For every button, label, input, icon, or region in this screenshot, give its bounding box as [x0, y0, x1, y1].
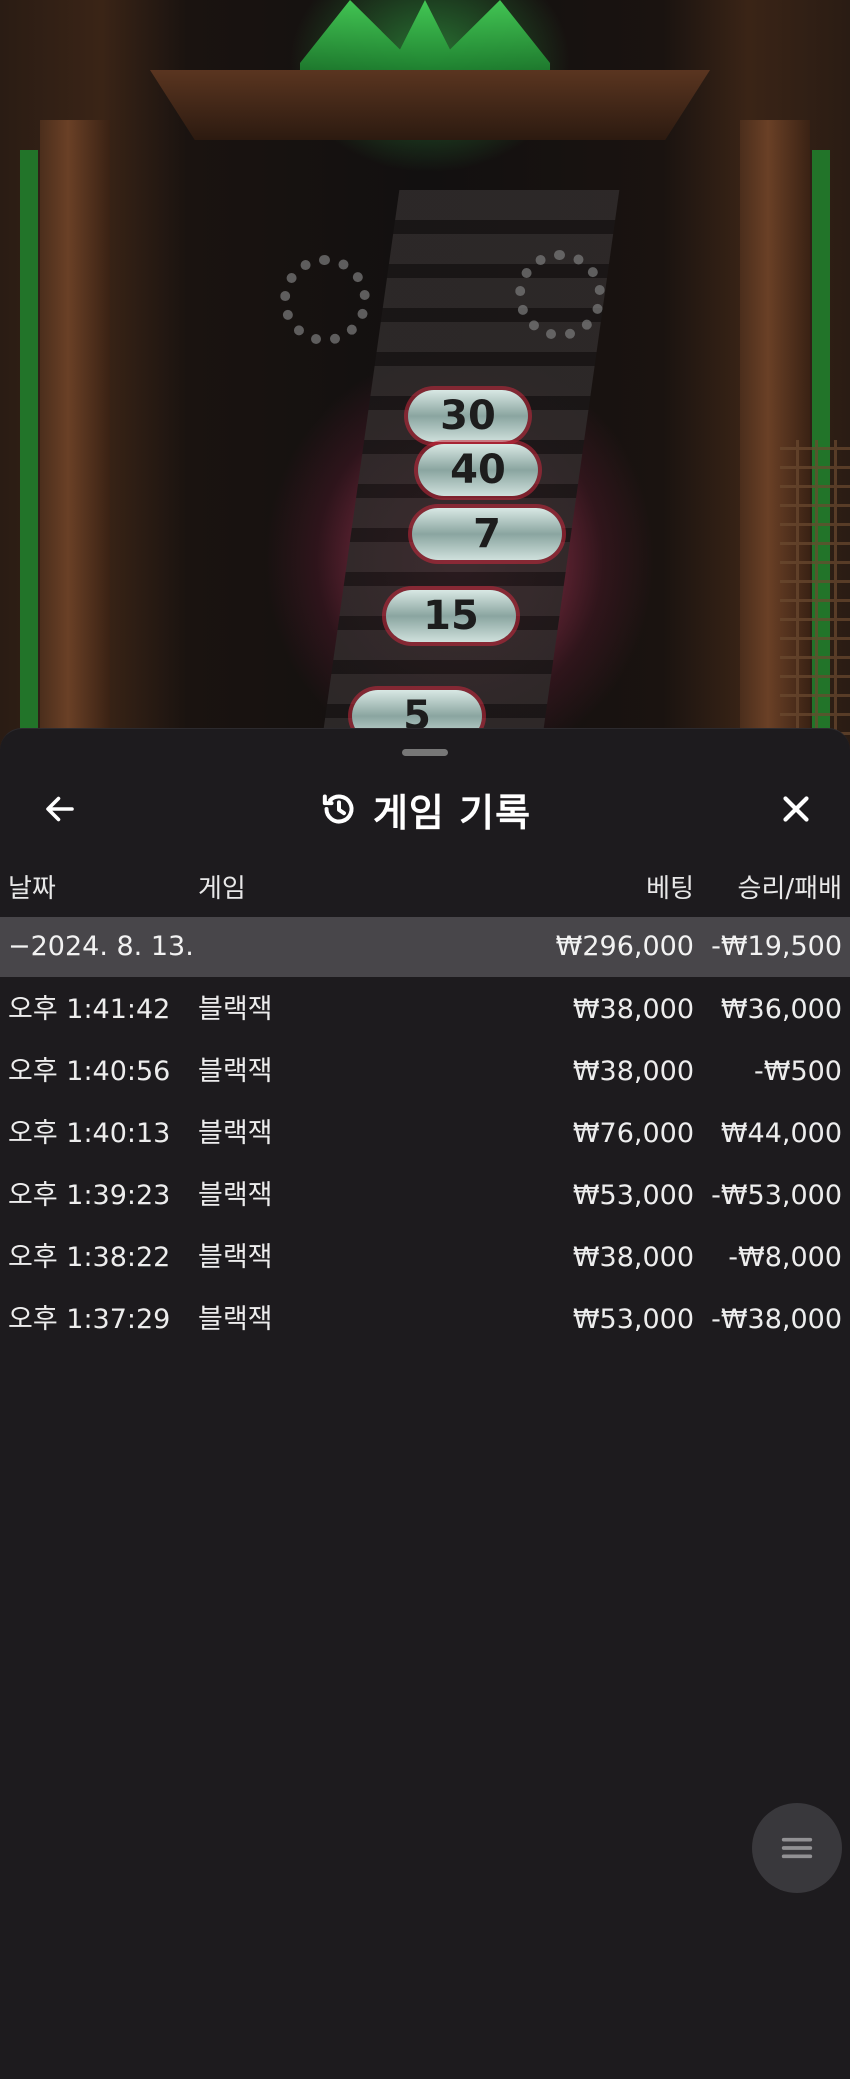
- row-time: 오후 1:39:23: [8, 1180, 171, 1211]
- gear-icon: [515, 250, 605, 340]
- drum-number: 40: [418, 444, 538, 496]
- column-header-date: 날짜: [8, 874, 56, 904]
- left-pillar: [40, 120, 110, 760]
- row-time: 오후 1:41:42: [8, 994, 171, 1025]
- row-game: 블랙잭: [198, 1056, 273, 1087]
- column-header-bet: 베팅: [646, 874, 694, 904]
- left-green-strip: [20, 150, 38, 750]
- table-header: 날짜 게임 베팅 승리/패배: [0, 864, 850, 914]
- column-header-result: 승리/패배: [737, 874, 842, 904]
- drum-number: 30: [408, 390, 528, 442]
- drag-handle[interactable]: [402, 749, 448, 756]
- close-button[interactable]: [768, 781, 824, 837]
- row-time: 오후 1:37:29: [8, 1304, 171, 1335]
- game-background: 30 40 7 15 5: [0, 0, 850, 760]
- row-bet: ₩53,000: [572, 1304, 694, 1335]
- table-row[interactable]: 오후 1:37:29 블랙잭 ₩53,000 -₩38,000: [0, 1289, 850, 1351]
- hamburger-menu-icon: [781, 1837, 813, 1859]
- drum-number: 7: [412, 508, 562, 560]
- row-bet: ₩76,000: [572, 1118, 694, 1149]
- row-game: 블랙잭: [198, 1242, 273, 1273]
- row-result: ₩36,000: [720, 994, 842, 1025]
- row-game: 블랙잭: [198, 1304, 273, 1335]
- table-row[interactable]: 오후 1:41:42 블랙잭 ₩38,000 ₩36,000: [0, 979, 850, 1041]
- sheet-header: 게임 기록: [0, 769, 850, 849]
- row-result: -₩500: [754, 1056, 842, 1087]
- history-clock-icon: [322, 794, 354, 824]
- row-game: 블랙잭: [198, 1180, 273, 1211]
- sheet-title-group: 게임 기록: [0, 769, 850, 849]
- game-history-sheet: 게임 기록 날짜 게임 베팅 승리/패배 −2024. 8. 13. ₩296,…: [0, 728, 850, 2079]
- date-group-total-bet: ₩296,000: [555, 931, 694, 962]
- table-row[interactable]: 오후 1:40:56 블랙잭 ₩38,000 -₩500: [0, 1041, 850, 1103]
- row-time: 오후 1:38:22: [8, 1242, 171, 1273]
- table-row[interactable]: 오후 1:40:13 블랙잭 ₩76,000 ₩44,000: [0, 1103, 850, 1165]
- row-result: -₩38,000: [711, 1304, 842, 1335]
- table-row[interactable]: 오후 1:38:22 블랙잭 ₩38,000 -₩8,000: [0, 1227, 850, 1289]
- close-x-icon: [783, 796, 809, 822]
- menu-button[interactable]: [752, 1803, 842, 1893]
- row-result: ₩44,000: [720, 1118, 842, 1149]
- table-row[interactable]: 오후 1:39:23 블랙잭 ₩53,000 -₩53,000: [0, 1165, 850, 1227]
- row-bet: ₩38,000: [572, 1056, 694, 1087]
- date-group-row[interactable]: −2024. 8. 13. ₩296,000 -₩19,500: [0, 917, 850, 977]
- row-time: 오후 1:40:56: [8, 1056, 171, 1087]
- arch-ornament: [150, 70, 710, 140]
- lattice-decoration: [780, 440, 850, 760]
- column-header-game: 게임: [198, 874, 246, 904]
- row-result: -₩53,000: [711, 1180, 842, 1211]
- date-group-total-result: -₩19,500: [711, 931, 842, 962]
- row-time: 오후 1:40:13: [8, 1118, 171, 1149]
- row-game: 블랙잭: [198, 1118, 273, 1149]
- row-bet: ₩38,000: [572, 994, 694, 1025]
- gear-icon: [280, 255, 370, 345]
- date-group-label: −2024. 8. 13.: [8, 931, 194, 962]
- row-result: -₩8,000: [728, 1242, 842, 1273]
- history-list: 오후 1:41:42 블랙잭 ₩38,000 ₩36,000 오후 1:40:5…: [0, 979, 850, 1351]
- drum-number: 15: [386, 590, 516, 642]
- page-title: 게임 기록: [372, 790, 532, 835]
- row-game: 블랙잭: [198, 994, 273, 1025]
- row-bet: ₩53,000: [572, 1180, 694, 1211]
- row-bet: ₩38,000: [572, 1242, 694, 1273]
